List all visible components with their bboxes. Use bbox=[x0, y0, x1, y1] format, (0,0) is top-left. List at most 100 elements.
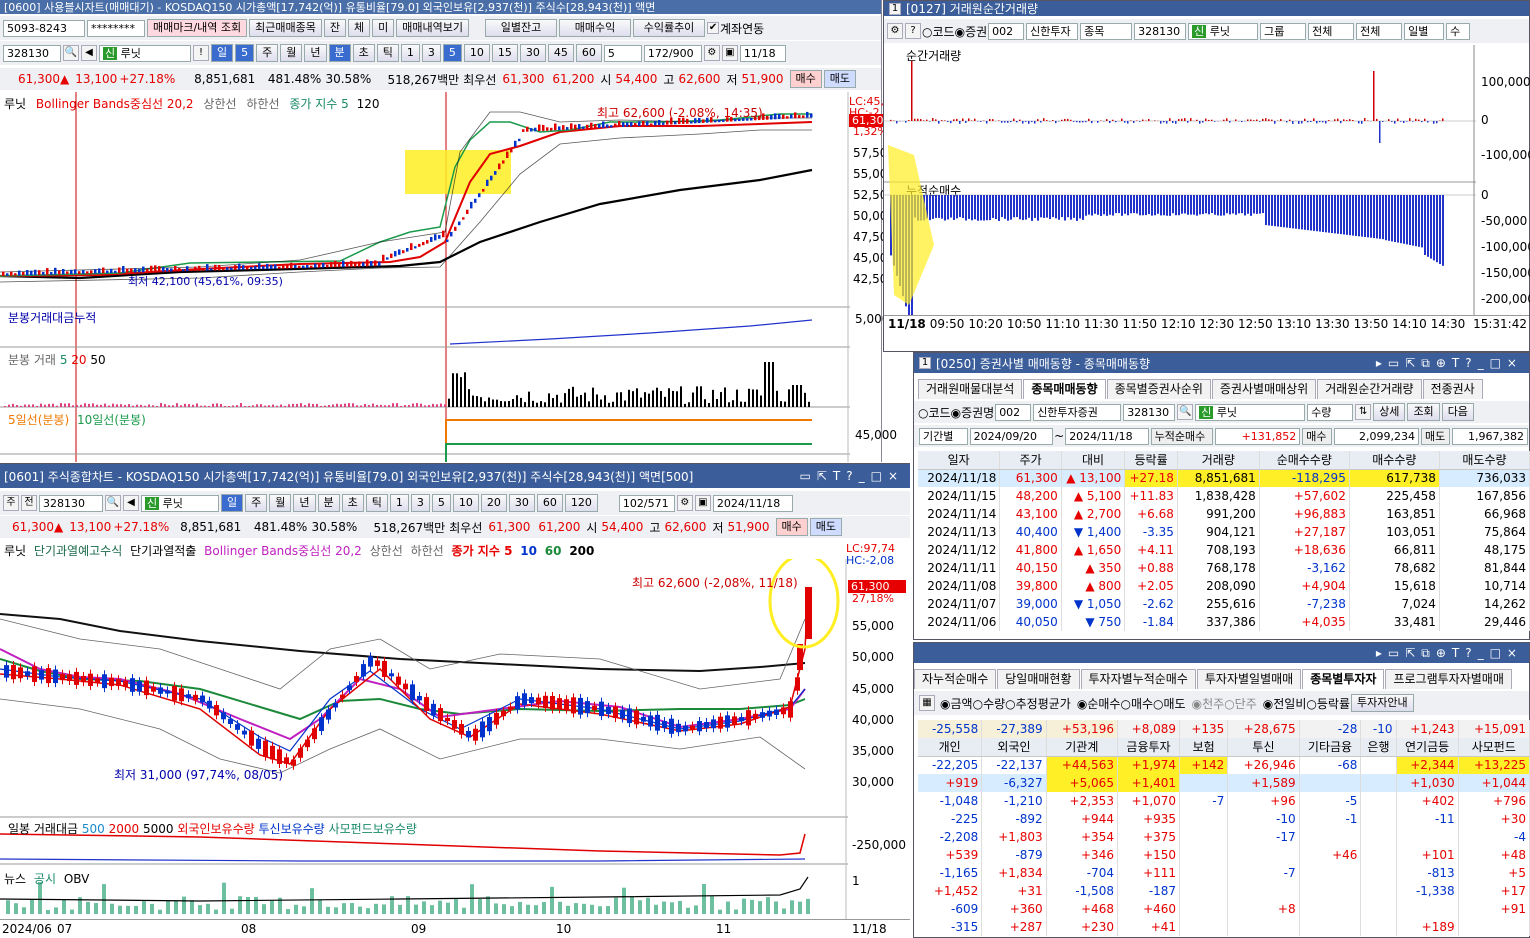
stock-field[interactable]: 신 루닛 bbox=[1195, 403, 1306, 421]
opt-prevday[interactable]: ◉전일비 bbox=[1263, 695, 1307, 712]
grid-icon[interactable]: ▦ bbox=[919, 695, 935, 711]
minute-3[interactable]: 3 bbox=[410, 494, 430, 512]
opt-rate[interactable]: ○등락률 bbox=[1306, 695, 1350, 712]
table-row[interactable]: 2024/11/07 39,000 ▼ 1,050 -2.62 255,616 -7,23… bbox=[918, 595, 1530, 613]
settings-icon[interactable]: ⚙ bbox=[703, 45, 720, 61]
buy-button[interactable]: 매수 bbox=[775, 518, 808, 536]
tab-stock-trend[interactable]: 종목매매동향 bbox=[1023, 379, 1106, 399]
group-select[interactable]: 그룹 bbox=[1260, 22, 1307, 40]
opt-thousand[interactable]: ◉천주 bbox=[1192, 695, 1225, 712]
trade-profit-button[interactable]: 매매수익 bbox=[559, 19, 632, 37]
period-year[interactable]: 년 bbox=[293, 494, 316, 512]
table-row[interactable]: 2024/11/13 40,400 ▼ 1,400 -3.35 904,121 +27,1… bbox=[918, 523, 1530, 541]
code-input[interactable]: 328130 bbox=[1123, 403, 1176, 421]
interval-select[interactable]: 5 bbox=[603, 44, 642, 62]
minute-3[interactable]: 3 bbox=[421, 44, 441, 62]
tab-today[interactable]: 당일매매현황 bbox=[997, 669, 1080, 689]
table-row[interactable]: -315 +287 +230 +41 +189 bbox=[918, 918, 1530, 936]
settings-icon[interactable]: ⚙ bbox=[676, 495, 693, 511]
minute-1[interactable]: 1 bbox=[389, 494, 409, 512]
unfilled-button[interactable]: 미 bbox=[372, 19, 395, 37]
period-second[interactable]: 초 bbox=[352, 44, 375, 62]
window-controls[interactable]: ▸▭⇱⧉⊕T?_□× bbox=[1376, 356, 1529, 371]
tab-investor-daily[interactable]: 투자자별일별매매 bbox=[1196, 669, 1302, 689]
from-date[interactable]: 2024/09/20 bbox=[969, 427, 1054, 445]
table-row[interactable]: -2,208 +1,803 +354 +375 -17 -4 bbox=[918, 828, 1530, 846]
table-row[interactable]: 2024/11/18 61,300 ▲ 13,100 +27.18 8,851,681-… bbox=[918, 469, 1530, 487]
help-icon[interactable]: ? bbox=[905, 23, 921, 39]
period-minute[interactable]: 분 bbox=[328, 44, 351, 62]
filled-button[interactable]: 체 bbox=[348, 19, 371, 37]
broker-radio[interactable]: ◉증권 bbox=[955, 23, 988, 40]
code-radio[interactable]: ○코드 bbox=[922, 23, 955, 40]
period-day[interactable]: 일 bbox=[221, 494, 244, 512]
code-input[interactable]: 328130 bbox=[39, 494, 103, 512]
search-icon[interactable]: 🔍 bbox=[63, 45, 79, 61]
count-field[interactable]: 102/571 bbox=[618, 494, 675, 512]
table-row[interactable]: 2024/11/15 48,200 ▲ 5,100 +11.83 1,838,428 +5… bbox=[918, 487, 1530, 505]
broker-name[interactable]: 신한투자증권 bbox=[1033, 403, 1122, 421]
opt-buy[interactable]: ○매수 bbox=[1120, 695, 1153, 712]
tab-broker-volume[interactable]: 거래원매물대분석 bbox=[918, 379, 1023, 399]
tab-instant[interactable]: 거래원순간거래량 bbox=[1317, 379, 1422, 399]
minute-5[interactable]: 5 bbox=[431, 494, 451, 512]
table-row[interactable]: -1,165 +1,834 -704 +111 -7 -813 +5 bbox=[918, 864, 1530, 882]
count-field[interactable]: 172/900 bbox=[643, 44, 702, 62]
period-week[interactable]: 주 bbox=[256, 44, 279, 62]
query-button[interactable]: 조회 bbox=[1407, 403, 1440, 421]
period-year[interactable]: 년 bbox=[304, 44, 327, 62]
minute-60[interactable]: 60 bbox=[536, 494, 563, 512]
account-field[interactable]: 5093-8243 bbox=[3, 19, 85, 37]
daily-balance-button[interactable]: 일별잔고 bbox=[485, 19, 558, 37]
settings-icon[interactable]: ⚙ bbox=[887, 23, 903, 39]
recent-trades-button[interactable]: 최근매매종목 bbox=[249, 19, 322, 37]
stock-field[interactable]: 신 루닛 bbox=[141, 494, 219, 512]
type-select[interactable]: 종목 bbox=[1080, 22, 1133, 40]
table-row[interactable]: +919 -6,327 +5,065 +1,401 +1,589 +1,030 +1,044 bbox=[918, 774, 1530, 792]
date-field[interactable]: 11/18 bbox=[739, 44, 786, 62]
minute-30[interactable]: 30 bbox=[508, 494, 535, 512]
sell-button[interactable]: 매도 bbox=[809, 518, 842, 536]
period-day[interactable]: 일 bbox=[211, 44, 234, 62]
tab-broker-rank[interactable]: 종목별증권사순위 bbox=[1106, 379, 1211, 399]
period-minute[interactable]: 분 bbox=[317, 494, 340, 512]
minute-5[interactable]: 5 bbox=[442, 44, 462, 62]
speaker-icon[interactable]: ◀ bbox=[81, 45, 97, 61]
broker-name[interactable]: 신한투자 bbox=[1026, 22, 1079, 40]
detail-button[interactable]: 상세 bbox=[1373, 403, 1406, 421]
search-icon[interactable]: 🔍 bbox=[1177, 404, 1194, 420]
table-row[interactable]: 2024/11/14 43,100 ▲ 2,700 +6.68 991,200 +96,8… bbox=[918, 505, 1530, 523]
table-row[interactable]: -225 -892 +944 +935 -10 -1 -11 +30 bbox=[918, 810, 1530, 828]
period-tick[interactable]: 틱 bbox=[365, 494, 388, 512]
investor-guide-button[interactable]: 투자자안내 bbox=[1350, 694, 1414, 712]
window-controls[interactable]: ▭⇱T?_□× bbox=[800, 469, 910, 483]
tab-all[interactable]: 전종권사 bbox=[1422, 379, 1483, 399]
speaker-icon[interactable]: ◀ bbox=[123, 495, 139, 511]
save-icon[interactable]: ▣ bbox=[721, 45, 738, 61]
code-input[interactable]: 328130 bbox=[1134, 22, 1187, 40]
all-select-2[interactable]: 전체 bbox=[1356, 22, 1403, 40]
stock-name-field[interactable]: 신 루닛 bbox=[99, 44, 191, 62]
opt-sell[interactable]: ○매도 bbox=[1153, 695, 1186, 712]
table-row[interactable]: -609 +360 +468 +460 +8 +91 bbox=[918, 900, 1530, 918]
minute-10[interactable]: 10 bbox=[463, 44, 490, 62]
code-radio[interactable]: ○코드 bbox=[918, 404, 951, 421]
table-row[interactable]: 2024/11/11 40,150 ▲ 350 +0.88 768,178 -3,162 7… bbox=[918, 559, 1530, 577]
period-month[interactable]: 월 bbox=[280, 44, 303, 62]
opt-avg[interactable]: ○추정평균가 bbox=[1005, 695, 1071, 712]
to-date[interactable]: 2024/11/18 bbox=[1065, 427, 1149, 445]
window-controls[interactable]: ▸▭⇱⧉⊕T?_□× bbox=[1376, 646, 1529, 661]
password-field[interactable]: ******** bbox=[87, 19, 145, 37]
opt-net[interactable]: ◉순매수 bbox=[1077, 695, 1121, 712]
table-row[interactable]: 2024/11/08 39,800 ▲ 800 +2.05 208,090 +4,904 1… bbox=[918, 577, 1530, 595]
period-week[interactable]: 주 bbox=[245, 494, 268, 512]
table-row[interactable]: 2024/11/12 41,800 ▲ 1,650 +4.11 708,193 +18,6… bbox=[918, 541, 1530, 559]
unit-select[interactable]: 수량 bbox=[1307, 403, 1354, 421]
minute-60[interactable]: 60 bbox=[575, 44, 602, 62]
opt-qty[interactable]: ○수량 bbox=[973, 695, 1006, 712]
next-button[interactable]: 다음 bbox=[1441, 403, 1474, 421]
table-row[interactable]: +539 -879 +346 +150 +46 +101 +48 bbox=[918, 846, 1530, 864]
broker-code[interactable]: 002 bbox=[995, 403, 1032, 421]
broker-radio[interactable]: ◉증권명 bbox=[951, 404, 995, 421]
stock-type-select[interactable]: 주 bbox=[3, 495, 19, 511]
